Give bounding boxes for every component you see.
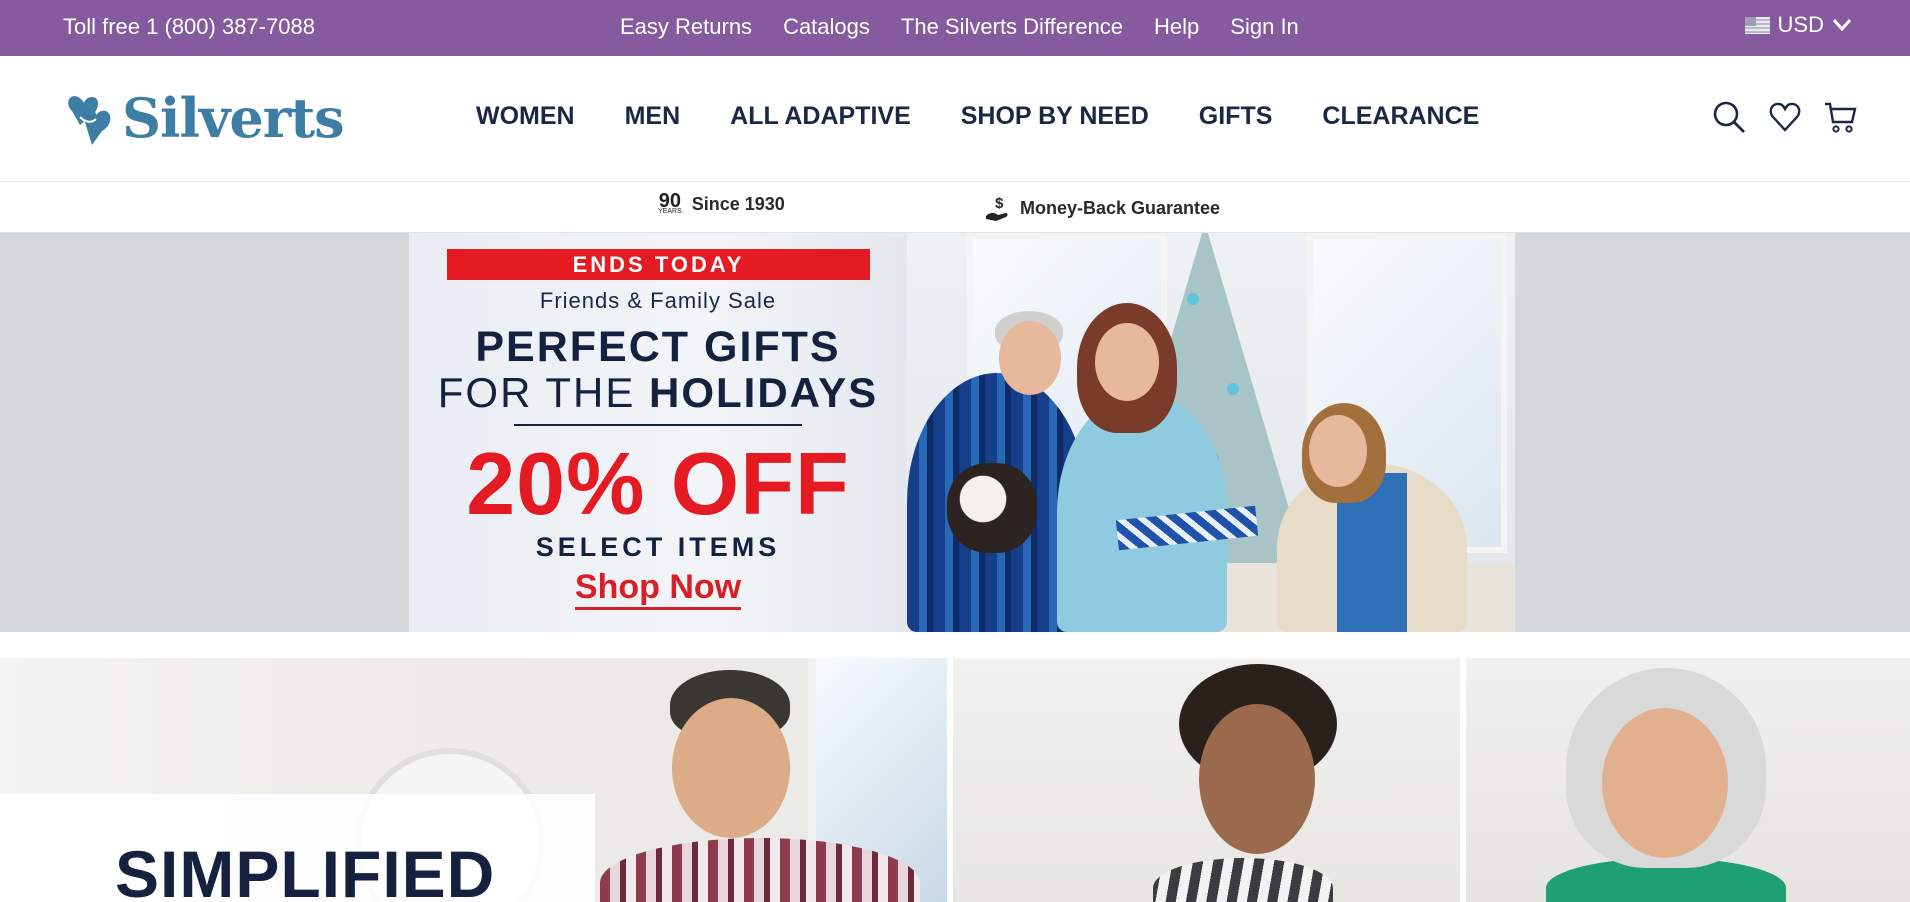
nav-all-adaptive[interactable]: ALL ADAPTIVE (730, 102, 911, 131)
main-header: Silverts WOMEN MEN ALL ADAPTIVE SHOP BY … (0, 56, 1910, 182)
discount-text: 20% OFF (466, 434, 850, 533)
us-flag-icon (1744, 16, 1770, 34)
sign-in-link[interactable]: Sign In (1230, 14, 1299, 40)
man-face (672, 698, 790, 838)
hero-promo-panel: ENDS TODAY Friends & Family Sale PERFECT… (409, 233, 907, 632)
search-icon[interactable] (1712, 100, 1746, 134)
money-hand-icon: $ (986, 195, 1008, 221)
guarantee-text: Money-Back Guarantee (1020, 197, 1221, 218)
woman-face (1602, 708, 1728, 858)
young-woman-face (1309, 415, 1367, 487)
woman-face (1095, 323, 1159, 401)
toll-free-phone[interactable]: Toll free 1 (800) 387-7088 (63, 14, 315, 40)
logo-wordmark: Silverts (122, 86, 345, 150)
woman-blouse (1153, 858, 1333, 902)
silverts-logo[interactable]: Silverts (62, 86, 345, 150)
dog (947, 463, 1037, 553)
nav-gifts[interactable]: GIFTS (1199, 102, 1273, 131)
utility-bar: Toll free 1 (800) 387-7088 Easy Returns … (0, 0, 1910, 56)
man-face (999, 321, 1061, 395)
easy-returns-link[interactable]: Easy Returns (620, 14, 752, 40)
utility-links: Easy Returns Catalogs The Silverts Diffe… (620, 14, 1299, 40)
hero-family-photo (907, 233, 1515, 632)
sale-subtitle: Friends & Family Sale (539, 288, 777, 313)
tile-title: SIMPLIFIED (115, 837, 496, 902)
silverts-difference-link[interactable]: The Silverts Difference (901, 14, 1123, 40)
currency-selector[interactable]: USD (1744, 12, 1852, 38)
since-1930-badge: 90 YEARS Since 1930 (658, 191, 785, 215)
hearts-logo-icon (68, 96, 111, 145)
promo-title-prefix: FOR THE (437, 369, 636, 416)
nav-clearance[interactable]: CLEARANCE (1322, 102, 1479, 131)
cart-icon[interactable] (1824, 100, 1858, 134)
select-items-text: SELECT ITEMS (535, 532, 781, 562)
svg-text:$: $ (995, 195, 1004, 212)
category-tiles: SIMPLIFIED (0, 632, 1910, 902)
ninety-years-icon: 90 YEARS (658, 191, 682, 215)
trust-strip: 90 YEARS Since 1930 $ Money-Back Guarant… (0, 183, 1910, 233)
category-tile-seniors[interactable] (1466, 658, 1910, 902)
money-back-badge: $ Money-Back Guarantee (984, 194, 1220, 222)
main-nav: WOMEN MEN ALL ADAPTIVE SHOP BY NEED GIFT… (476, 102, 1479, 131)
nav-men[interactable]: MEN (625, 102, 681, 131)
header-icons (1712, 100, 1858, 134)
since-text: Since 1930 (691, 194, 785, 214)
ornament (1187, 293, 1199, 305)
woman-face (1199, 704, 1315, 854)
wishlist-heart-icon[interactable] (1768, 100, 1802, 134)
promo-title-line2: FOR THE HOLIDAYS (409, 369, 907, 417)
ornament (1227, 383, 1239, 395)
shop-now-wrap: Shop Now (409, 568, 907, 610)
nav-shop-by-need[interactable]: SHOP BY NEED (961, 102, 1149, 131)
category-tile-simplified[interactable]: SIMPLIFIED (0, 658, 947, 902)
shop-now-link[interactable]: Shop Now (574, 568, 742, 610)
catalogs-link[interactable]: Catalogs (783, 14, 870, 40)
ends-today-badge: ENDS TODAY (447, 249, 870, 280)
hero-banner[interactable]: ENDS TODAY Friends & Family Sale PERFECT… (409, 233, 1515, 632)
nav-women[interactable]: WOMEN (476, 102, 575, 131)
category-tile-women[interactable] (953, 658, 1460, 902)
hero-section: ENDS TODAY Friends & Family Sale PERFECT… (0, 233, 1910, 632)
help-link[interactable]: Help (1154, 14, 1199, 40)
promo-title-line1: PERFECT GIFTS (475, 323, 841, 371)
promo-title-bold: HOLIDAYS (649, 369, 879, 416)
years-label: YEARS (658, 208, 682, 215)
promo-divider (514, 424, 802, 426)
chevron-down-icon (1832, 19, 1852, 32)
currency-label: USD (1777, 12, 1824, 37)
